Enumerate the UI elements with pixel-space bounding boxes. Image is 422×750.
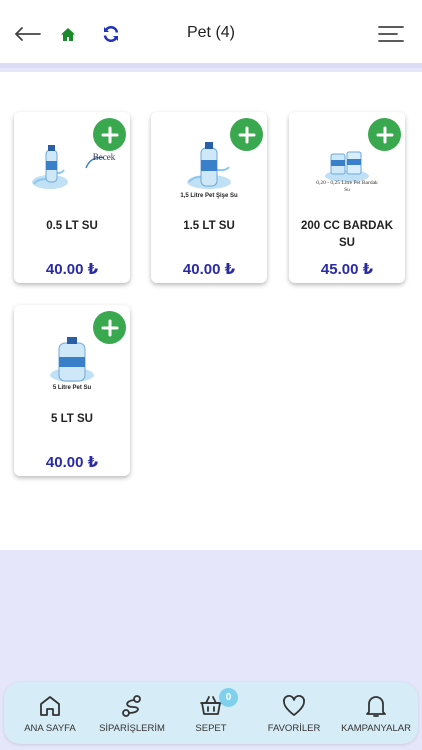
- image-caption: 5 Litre Pet Su: [52, 385, 92, 391]
- brand-logo: Becek: [92, 152, 116, 162]
- add-to-cart-button[interactable]: [93, 311, 126, 344]
- product-price: 40.00 ₺: [45, 454, 99, 471]
- nav-orders-label: SİPARİŞLERİM: [99, 723, 165, 734]
- add-to-cart-button[interactable]: [93, 118, 126, 151]
- product-name: 1.5 LT SU: [183, 220, 235, 232]
- plus-icon: [101, 126, 118, 143]
- image-caption: 0,20 - 0,25 Litre Pet Bardak Su: [316, 180, 378, 193]
- bottom-navigation: ANA SAYFA SİPARİŞLERİM 0 SEPET FAVORİLER…: [4, 682, 418, 744]
- top-app-bar: Pet (4): [0, 0, 422, 68]
- nav-favorites[interactable]: FAVORİLER: [256, 682, 332, 744]
- product-card[interactable]: 5 Litre Pet Su 5 LT SU 40.00 ₺: [14, 305, 130, 476]
- product-name: 200 CC BARDAK SU: [300, 220, 394, 249]
- plus-icon: [101, 319, 118, 336]
- product-card[interactable]: Becek 0.5 LT SU 40.00 ₺: [14, 112, 130, 283]
- product-name: 5 LT SU: [51, 413, 93, 425]
- route-icon: [122, 695, 141, 717]
- nav-cart[interactable]: 0 SEPET: [172, 682, 250, 744]
- nav-cart-label: SEPET: [195, 723, 227, 734]
- nav-home-label: ANA SAYFA: [24, 723, 76, 734]
- nav-campaigns[interactable]: KAMPANYALAR: [334, 682, 418, 744]
- add-to-cart-button[interactable]: [368, 118, 401, 151]
- nav-home[interactable]: ANA SAYFA: [10, 682, 90, 744]
- nav-favorites-label: FAVORİLER: [267, 723, 321, 734]
- bell-icon: [366, 696, 386, 717]
- menu-icon[interactable]: [376, 20, 406, 48]
- product-name: 0.5 LT SU: [46, 220, 98, 232]
- page-title: Pet (4): [186, 24, 235, 41]
- product-price: 40.00 ₺: [45, 261, 99, 278]
- add-to-cart-button[interactable]: [230, 118, 263, 151]
- image-caption: 1,5 Litre Pet Şişe Su: [180, 193, 238, 199]
- heart-icon: [283, 695, 305, 716]
- product-price: 45.00 ₺: [320, 261, 374, 278]
- cart-count-badge: 0: [219, 688, 238, 707]
- product-card[interactable]: 1,5 Litre Pet Şişe Su 1.5 LT SU 40.00 ₺: [151, 112, 267, 283]
- nav-orders[interactable]: SİPARİŞLERİM: [88, 682, 176, 744]
- product-price: 40.00 ₺: [182, 261, 236, 278]
- nav-campaigns-label: KAMPANYALAR: [341, 723, 411, 734]
- home-outline-icon: [40, 696, 60, 716]
- product-grid: Becek 0.5 LT SU 40.00 ₺ 1,5 Litre Pet Şi…: [0, 72, 422, 550]
- plus-icon: [376, 126, 393, 143]
- product-card[interactable]: 0,20 - 0,25 Litre Pet Bardak Su 200 CC B…: [289, 112, 405, 283]
- plus-icon: [238, 126, 255, 143]
